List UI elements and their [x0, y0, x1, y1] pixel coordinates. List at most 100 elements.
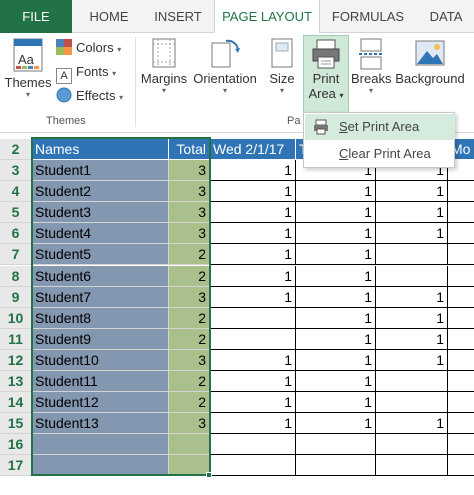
attendance-cell[interactable] — [210, 434, 296, 456]
name-cell[interactable]: Student12 — [32, 392, 169, 414]
total-cell[interactable]: 3 — [169, 286, 210, 308]
print-area-button[interactable]: Print Area ▾ — [303, 37, 349, 103]
attendance-cell[interactable]: 1 — [210, 181, 296, 203]
total-cell[interactable]: 3 — [169, 160, 210, 181]
effects-button[interactable]: Effects ▾ — [56, 85, 123, 107]
attendance-cell[interactable] — [376, 455, 448, 477]
attendance-cell[interactable]: 1 — [210, 413, 296, 435]
attendance-cell[interactable] — [376, 434, 448, 456]
total-cell[interactable]: 2 — [169, 371, 210, 392]
row-header[interactable]: 13 — [0, 371, 32, 392]
name-cell[interactable]: Student11 — [32, 371, 169, 392]
attendance-cell[interactable] — [448, 181, 474, 203]
name-cell[interactable]: Student8 — [32, 307, 169, 329]
attendance-cell[interactable]: 1 — [296, 413, 376, 435]
attendance-cell[interactable] — [376, 392, 448, 414]
attendance-cell[interactable]: 1 — [296, 286, 376, 308]
attendance-cell[interactable]: 1 — [376, 349, 448, 371]
total-cell[interactable]: 2 — [169, 328, 210, 350]
attendance-cell[interactable] — [448, 455, 474, 477]
attendance-cell[interactable]: 1 — [376, 328, 448, 350]
name-cell[interactable]: Student13 — [32, 413, 169, 435]
attendance-cell[interactable] — [210, 455, 296, 477]
name-cell[interactable]: Student4 — [32, 223, 169, 245]
attendance-cell[interactable] — [448, 202, 474, 224]
background-button[interactable]: Background — [393, 37, 467, 86]
attendance-cell[interactable]: 1 — [296, 265, 376, 287]
margins-button[interactable]: Margins ▾ — [139, 37, 189, 96]
tab-home[interactable]: HOME — [76, 0, 142, 33]
attendance-cell[interactable]: 1 — [210, 286, 296, 308]
attendance-cell[interactable]: 1 — [210, 202, 296, 224]
attendance-cell[interactable]: 1 — [210, 244, 296, 266]
date-header-cell[interactable]: Wed 2/1/17 — [210, 139, 296, 160]
name-cell[interactable]: Student10 — [32, 349, 169, 371]
name-cell[interactable] — [32, 455, 169, 477]
set-print-area-menu-item[interactable]: Set Print Area — [305, 114, 455, 140]
attendance-cell[interactable]: 1 — [296, 392, 376, 414]
attendance-cell[interactable] — [296, 455, 376, 477]
attendance-cell[interactable]: 1 — [210, 371, 296, 392]
row-header[interactable]: 11 — [0, 328, 32, 350]
name-cell[interactable]: Student9 — [32, 328, 169, 350]
attendance-cell[interactable] — [448, 434, 474, 456]
total-cell[interactable]: 2 — [169, 392, 210, 414]
name-cell[interactable]: Student5 — [32, 244, 169, 266]
attendance-cell[interactable]: 1 — [376, 413, 448, 435]
name-cell[interactable]: Student6 — [32, 265, 169, 287]
attendance-cell[interactable]: 1 — [296, 371, 376, 392]
name-cell[interactable]: Student3 — [32, 202, 169, 224]
total-cell[interactable]: 2 — [169, 307, 210, 329]
attendance-cell[interactable] — [448, 223, 474, 245]
attendance-cell[interactable]: 1 — [376, 202, 448, 224]
attendance-cell[interactable] — [210, 328, 296, 350]
total-cell[interactable]: 2 — [169, 244, 210, 266]
row-header[interactable]: 17 — [0, 455, 32, 477]
attendance-cell[interactable] — [448, 329, 474, 350]
total-cell[interactable]: 3 — [169, 202, 210, 224]
attendance-cell[interactable] — [448, 392, 474, 414]
name-cell[interactable]: Student7 — [32, 286, 169, 308]
row-header[interactable]: 2 — [0, 139, 32, 160]
attendance-cell[interactable]: 1 — [210, 392, 296, 414]
attendance-cell[interactable] — [448, 350, 474, 371]
fonts-button[interactable]: A Fonts ▾ — [56, 61, 116, 84]
fill-handle[interactable] — [206, 472, 212, 478]
tab-formulas[interactable]: FORMULAS — [322, 0, 414, 33]
tab-page-layout[interactable]: PAGE LAYOUT — [214, 0, 320, 34]
attendance-cell[interactable] — [448, 287, 474, 308]
breaks-button[interactable]: Breaks ▾ — [351, 37, 391, 96]
attendance-cell[interactable] — [448, 308, 474, 329]
themes-button[interactable]: Aa Themes ▾ — [4, 37, 52, 100]
names-header-cell[interactable]: Names — [32, 139, 169, 160]
attendance-cell[interactable] — [448, 244, 474, 266]
attendance-cell[interactable]: 1 — [296, 223, 376, 245]
tab-data[interactable]: DATA — [418, 0, 474, 33]
attendance-cell[interactable]: 1 — [210, 265, 296, 287]
attendance-cell[interactable]: 1 — [296, 202, 376, 224]
attendance-cell[interactable]: 1 — [376, 181, 448, 203]
tab-file[interactable]: FILE — [0, 0, 72, 33]
row-header[interactable]: 12 — [0, 349, 32, 371]
attendance-cell[interactable]: 1 — [376, 223, 448, 245]
attendance-cell[interactable] — [448, 413, 474, 435]
attendance-cell[interactable]: 1 — [296, 244, 376, 266]
row-header[interactable]: 8 — [0, 265, 32, 287]
clear-print-area-menu-item[interactable]: Clear Print Area — [305, 141, 455, 167]
row-header[interactable]: 6 — [0, 223, 32, 245]
row-header[interactable]: 4 — [0, 181, 32, 203]
total-cell[interactable]: 3 — [169, 223, 210, 245]
row-header[interactable]: 5 — [0, 202, 32, 224]
name-cell[interactable]: Student2 — [32, 181, 169, 203]
attendance-cell[interactable]: 1 — [296, 181, 376, 203]
colors-button[interactable]: Colors ▾ — [56, 37, 121, 59]
attendance-cell[interactable]: 1 — [210, 160, 296, 181]
orientation-button[interactable]: Orientation ▾ — [190, 37, 260, 96]
total-header-cell[interactable]: Total — [169, 139, 210, 160]
attendance-cell[interactable] — [448, 371, 474, 392]
attendance-cell[interactable]: 1 — [210, 223, 296, 245]
row-header[interactable]: 3 — [0, 160, 32, 181]
total-cell[interactable]: 3 — [169, 181, 210, 203]
name-cell[interactable] — [32, 434, 169, 456]
row-header[interactable]: 9 — [0, 286, 32, 308]
